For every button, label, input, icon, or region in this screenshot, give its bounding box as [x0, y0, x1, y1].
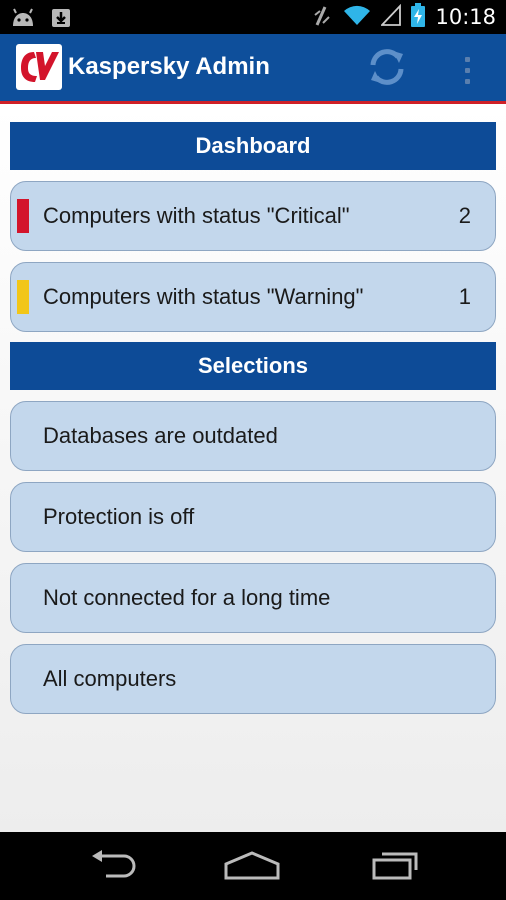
home-button[interactable] — [222, 850, 282, 884]
overflow-dot — [464, 67, 470, 73]
row-label: Computers with status "Warning" — [43, 284, 364, 309]
status-bar: 10:18 — [0, 0, 506, 34]
selection-item-protection-off[interactable]: Protection is off — [10, 482, 496, 552]
row-label: Protection is off — [43, 504, 195, 529]
selections-header: Selections — [10, 342, 496, 390]
clock-time: 10:18 — [435, 5, 496, 29]
dashboard-item-warning[interactable]: Computers with status "Warning" 1 — [10, 262, 496, 332]
android-icon — [10, 6, 36, 32]
row-count: 1 — [458, 284, 471, 309]
home-icon — [223, 850, 281, 884]
back-button[interactable] — [82, 850, 142, 884]
recent-apps-button[interactable] — [364, 850, 424, 884]
kaspersky-logo-icon — [16, 44, 62, 90]
selection-item-all-computers[interactable]: All computers — [10, 644, 496, 714]
download-icon — [50, 5, 72, 33]
wifi-icon — [343, 4, 371, 30]
overflow-dot — [464, 78, 470, 84]
vibrate-icon — [311, 3, 333, 31]
back-icon — [86, 850, 138, 884]
app-title: Kaspersky Admin — [68, 53, 270, 80]
row-label: All computers — [43, 666, 177, 691]
refresh-button[interactable] — [360, 44, 414, 94]
row-label: Databases are outdated — [43, 423, 278, 448]
row-count: 2 — [458, 203, 471, 228]
navigation-bar — [0, 832, 506, 900]
dashboard-item-critical[interactable]: Computers with status "Critical" 2 — [10, 181, 496, 251]
warning-indicator — [17, 280, 29, 314]
selection-item-databases-outdated[interactable]: Databases are outdated — [10, 401, 496, 471]
overflow-dot — [464, 56, 470, 62]
overflow-menu-button[interactable] — [452, 48, 482, 92]
row-label: Not connected for a long time — [43, 585, 331, 610]
critical-indicator — [17, 199, 29, 233]
signal-icon — [380, 3, 402, 30]
action-bar: Kaspersky Admin — [0, 34, 506, 104]
selection-item-not-connected[interactable]: Not connected for a long time — [10, 563, 496, 633]
battery-charging-icon — [411, 3, 426, 31]
refresh-icon — [365, 45, 409, 93]
main-content: Dashboard Computers with status "Critica… — [0, 104, 506, 832]
recent-apps-icon — [368, 850, 420, 884]
dashboard-header: Dashboard — [10, 122, 496, 170]
row-label: Computers with status "Critical" — [43, 203, 350, 228]
